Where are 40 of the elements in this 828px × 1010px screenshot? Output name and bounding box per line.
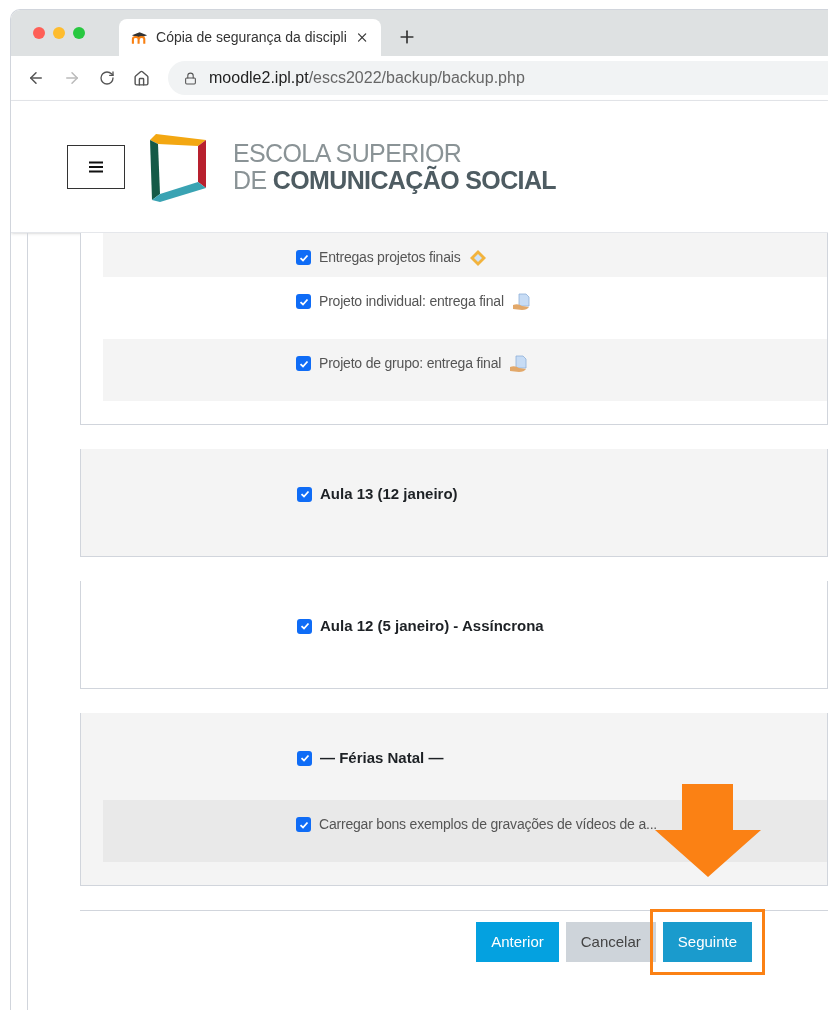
checkmark-icon [298, 296, 309, 307]
checkmark-icon [298, 252, 309, 263]
checkmark-icon [299, 621, 310, 632]
lock-icon [184, 71, 197, 85]
checkbox[interactable] [297, 486, 312, 502]
section-title: — Férias Natal — [320, 748, 444, 768]
checkmark-icon [299, 489, 310, 500]
checkbox[interactable] [296, 250, 311, 265]
checkbox[interactable] [296, 817, 311, 832]
checkbox[interactable] [297, 618, 312, 634]
menu-icon [89, 160, 103, 173]
activity-label: Carregar bons exemplos de gravações de vídeos de a... [319, 815, 658, 834]
activity-label: Entregas projetos finais [319, 248, 461, 267]
home-icon[interactable] [133, 69, 150, 87]
reload-icon[interactable] [99, 70, 115, 86]
school-name: ESCOLA SUPERIOR [233, 140, 463, 166]
diamond-icon [468, 248, 487, 267]
graduation-cap-icon [131, 30, 149, 45]
activity-label: Projeto de grupo: entrega final [319, 354, 502, 373]
address-bar[interactable]: moodle2.ipl.pt/escs2022/backup/backup.php [168, 61, 828, 95]
back-icon[interactable] [27, 69, 45, 87]
browser-tab[interactable]: Cópia de segurança da discipli [119, 19, 381, 56]
activity-label: Projeto individual: entrega final [319, 292, 504, 311]
hand-document-icon [509, 354, 530, 373]
checkbox[interactable] [296, 356, 311, 371]
tab-title: Cópia de segurança da discipli [156, 28, 347, 47]
url-text: moodle2.ipl.pt/escs2022/backup/backup.php [209, 68, 525, 88]
checkbox[interactable] [296, 294, 311, 309]
hand-document-icon [511, 292, 532, 311]
checkmark-icon [299, 753, 310, 764]
checkmark-icon [298, 358, 309, 369]
secondary-button[interactable]: Cancelar [565, 922, 656, 962]
checkbox[interactable] [297, 750, 312, 766]
section-title: Aula 13 (12 janeiro) [320, 484, 458, 504]
section-title: Aula 12 (5 janeiro) - Assíncrona [320, 616, 544, 636]
checkmark-icon [298, 819, 309, 830]
school-name: DE COMUNICAÇÃO SOCIAL [233, 167, 556, 193]
logo-icon [148, 131, 208, 202]
menu-button[interactable] [67, 144, 125, 189]
close-window-icon[interactable] [33, 27, 45, 39]
